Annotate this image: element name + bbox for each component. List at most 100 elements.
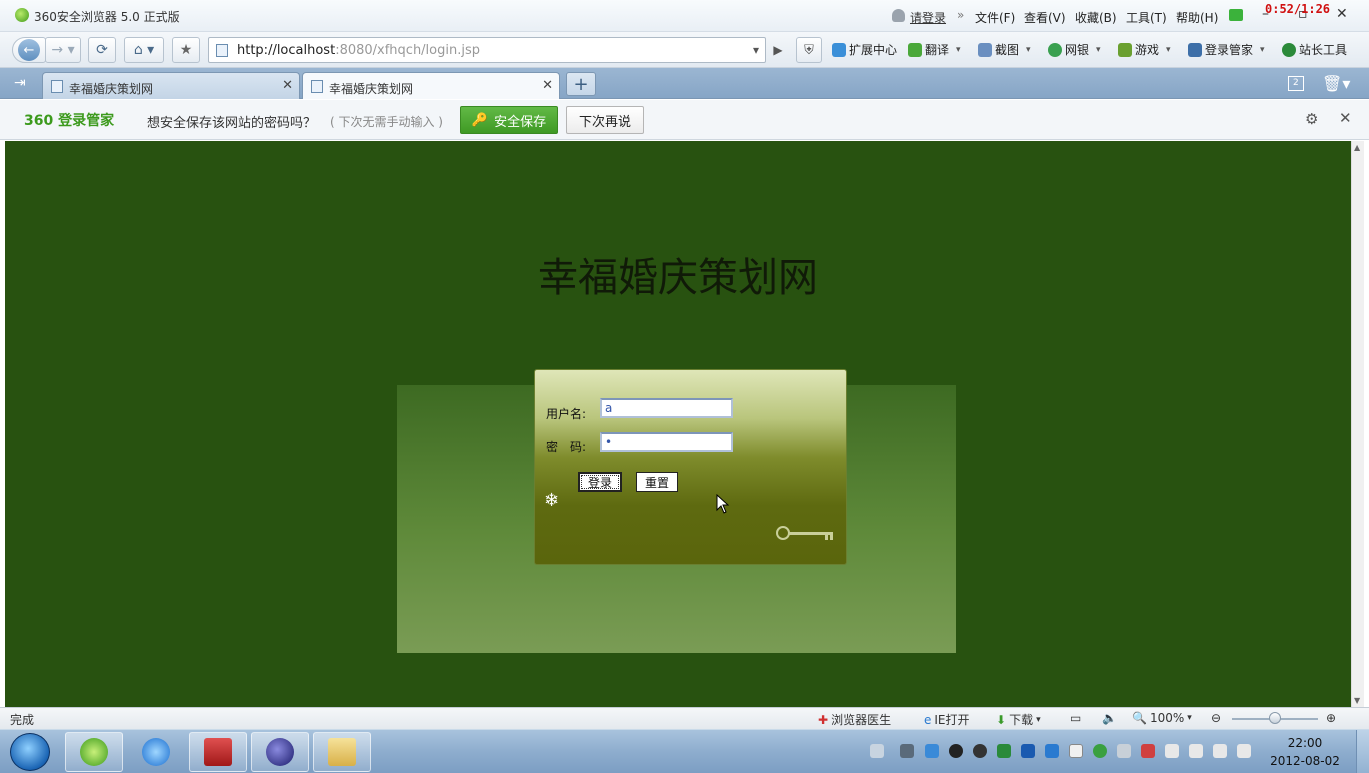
window-icon[interactable]: ▭ bbox=[1070, 711, 1081, 725]
notepad-icon[interactable] bbox=[1069, 744, 1083, 758]
shield-icon[interactable] bbox=[1045, 744, 1059, 758]
user-icon bbox=[892, 9, 905, 22]
menu-tools[interactable]: 工具(T) bbox=[1126, 9, 1167, 26]
system-clock[interactable]: 22:00 2012-08-02 bbox=[1262, 734, 1348, 770]
gear-icon[interactable]: ⚙ bbox=[1305, 110, 1318, 128]
navigation-bar: ← → ▾ ⟳ ⌂ ▾ ★ http://localhost:8080/xfhq… bbox=[0, 32, 1369, 68]
sync-icon[interactable] bbox=[1093, 744, 1107, 758]
tab-inactive[interactable]: 幸福婚庆策划网 ✕ bbox=[42, 72, 300, 99]
download-button[interactable]: ⬇ 下载 ▾ bbox=[996, 711, 1041, 728]
usb-icon[interactable] bbox=[1189, 744, 1203, 758]
trash-icon[interactable]: 🗑▾ bbox=[1322, 74, 1350, 93]
volume-icon[interactable] bbox=[1237, 744, 1251, 758]
play-icon: ▶ bbox=[773, 43, 783, 57]
menu-view[interactable]: 查看(V) bbox=[1024, 9, 1066, 26]
go-button[interactable]: ▶ bbox=[768, 37, 788, 63]
taskbar-toolbox[interactable] bbox=[189, 732, 247, 772]
scroll-down-icon[interactable]: ▼ bbox=[1354, 696, 1360, 705]
zoom-control[interactable]: 🔍 100% ▾ bbox=[1132, 711, 1192, 725]
taskbar-explorer[interactable] bbox=[313, 732, 371, 772]
eclipse-icon bbox=[266, 738, 294, 766]
network-tray-icon[interactable] bbox=[900, 744, 914, 758]
keyboard-icon[interactable] bbox=[870, 744, 884, 758]
tray-app-icon[interactable] bbox=[1117, 744, 1131, 758]
snowflake-icon: ❄ bbox=[544, 490, 560, 511]
start-button[interactable] bbox=[10, 733, 50, 771]
tray-app-icon[interactable] bbox=[1021, 744, 1035, 758]
favorite-button[interactable]: ★ bbox=[172, 37, 200, 63]
password-label: 密 码: bbox=[546, 440, 587, 454]
taskbar-360browser[interactable] bbox=[65, 732, 123, 772]
home-button[interactable]: ⌂ ▾ bbox=[124, 37, 164, 63]
refresh-button[interactable]: ⟳ bbox=[88, 37, 116, 63]
password-input[interactable]: • bbox=[600, 432, 733, 452]
tab-active[interactable]: 幸福婚庆策划网 ✕ bbox=[302, 72, 560, 99]
tray-app-icon[interactable] bbox=[1141, 744, 1155, 758]
tool-translate[interactable]: 翻译 ▾ bbox=[908, 41, 961, 58]
address-url: http://localhost:8080/xfhqch/login.jsp bbox=[237, 43, 480, 58]
address-dropdown-icon[interactable]: ▾ bbox=[753, 43, 759, 57]
menu-favorites[interactable]: 收藏(B) bbox=[1075, 9, 1117, 26]
tab-bar: ⇥ 幸福婚庆策划网 ✕ 幸福婚庆策划网 ✕ + 2 🗑▾ bbox=[0, 68, 1369, 99]
save-password-button[interactable]: 🔑 安全保存 bbox=[460, 106, 558, 134]
tab-close-icon[interactable]: ✕ bbox=[282, 78, 293, 93]
flag-icon[interactable] bbox=[1165, 744, 1179, 758]
show-desktop-button[interactable] bbox=[1356, 730, 1369, 773]
forward-button[interactable]: → ▾ bbox=[45, 37, 81, 63]
vertical-scrollbar[interactable]: ▲ ▼ bbox=[1351, 141, 1364, 707]
window-title: 360安全浏览器 5.0 正式版 bbox=[34, 10, 180, 24]
webmaster-icon bbox=[1282, 42, 1296, 57]
tab-close-icon[interactable]: ✕ bbox=[542, 78, 553, 93]
window-close-icon[interactable]: ✕ bbox=[1336, 6, 1348, 22]
qq-icon[interactable] bbox=[949, 744, 963, 758]
taskbar: 22:00 2012-08-02 bbox=[0, 729, 1369, 773]
ie-icon: e bbox=[924, 712, 932, 727]
page-title: 幸福婚庆策划网 bbox=[538, 255, 818, 301]
browser-logo-icon bbox=[15, 8, 29, 22]
login-link[interactable]: 请登录 bbox=[892, 9, 946, 26]
network-icon[interactable] bbox=[1213, 744, 1227, 758]
login-link-label: 请登录 bbox=[910, 11, 947, 25]
key-icon bbox=[1188, 42, 1202, 57]
translate-icon bbox=[908, 42, 922, 57]
scroll-up-icon[interactable]: ▲ bbox=[1354, 143, 1360, 152]
zoom-slider-handle[interactable] bbox=[1269, 712, 1281, 724]
tool-extensions[interactable]: 扩展中心 bbox=[832, 41, 897, 58]
skin-icon[interactable] bbox=[1229, 9, 1243, 21]
browser-doctor-button[interactable]: ✚ 浏览器医生 bbox=[818, 711, 891, 728]
closed-tabs-icon[interactable]: 2 bbox=[1288, 76, 1304, 91]
zoom-in-icon[interactable]: ⊕ bbox=[1326, 711, 1336, 725]
speaker-icon[interactable]: 🔈 bbox=[1102, 711, 1117, 725]
tool-games[interactable]: 游戏 ▾ bbox=[1118, 41, 1171, 58]
later-button[interactable]: 下次再说 bbox=[566, 106, 644, 134]
key-icon: 🔑 bbox=[471, 112, 489, 128]
status-bar: 完成 ✚ 浏览器医生 e IE打开 ⬇ 下载 ▾ ▭ 🔈 🔍 100% ▾ ⊖ ⊕ bbox=[0, 707, 1369, 729]
login-button[interactable]: 登录 bbox=[578, 472, 622, 492]
taskbar-ie[interactable] bbox=[127, 732, 185, 772]
cube-icon bbox=[832, 42, 846, 57]
address-bar[interactable]: http://localhost:8080/xfhqch/login.jsp ▾ bbox=[208, 37, 766, 63]
qq-icon[interactable] bbox=[973, 744, 987, 758]
back-button[interactable]: ← bbox=[12, 37, 46, 63]
chevron-right-icon: » bbox=[957, 8, 965, 22]
zoom-out-icon[interactable]: ⊖ bbox=[1211, 711, 1221, 725]
sidebar-toggle-icon[interactable]: ⇥ bbox=[14, 75, 26, 91]
reset-button[interactable]: 重置 bbox=[636, 472, 678, 492]
ie-open-button[interactable]: e IE打开 bbox=[924, 711, 970, 728]
tool-webmaster[interactable]: 站长工具 bbox=[1282, 41, 1347, 58]
tool-banking[interactable]: 网银 ▾ bbox=[1048, 41, 1101, 58]
menu-help[interactable]: 帮助(H) bbox=[1176, 9, 1218, 26]
tab-favicon-icon bbox=[51, 80, 63, 93]
username-input[interactable]: a bbox=[600, 398, 733, 418]
close-icon[interactable]: ✕ bbox=[1339, 109, 1352, 127]
tray-app-icon[interactable] bbox=[925, 744, 939, 758]
menu-file[interactable]: 文件(F) bbox=[975, 9, 1015, 26]
tool-login-manager[interactable]: 登录管家 ▾ bbox=[1188, 41, 1265, 58]
tool-screenshot[interactable]: 截图 ▾ bbox=[978, 41, 1031, 58]
password-save-bar: 360 登录管家 想安全保存该网站的密码吗？ ( 下次无需手动输入 ) 🔑 安全保… bbox=[0, 100, 1369, 140]
taskbar-eclipse[interactable] bbox=[251, 732, 309, 772]
bank-icon bbox=[1048, 42, 1062, 57]
security-shield-button[interactable]: ⛨ bbox=[796, 37, 822, 63]
tray-app-icon[interactable] bbox=[997, 744, 1011, 758]
new-tab-button[interactable]: + bbox=[566, 72, 596, 96]
